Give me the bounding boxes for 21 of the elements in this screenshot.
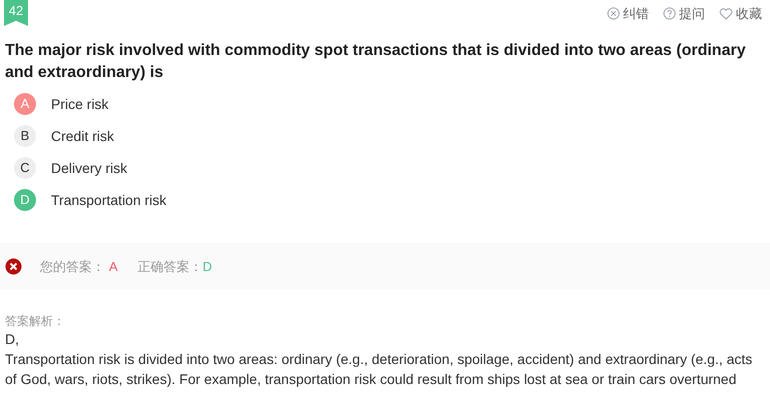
explanation-text: D, [5, 330, 20, 349]
option-text[interactable]: Delivery risk [51, 158, 128, 178]
your-answer: A [109, 258, 118, 276]
favorite-button[interactable]: 收藏 [719, 4, 762, 24]
option-text[interactable]: Price risk [51, 94, 109, 114]
correct-answer: D [202, 258, 212, 276]
question-number-badge: 42 [4, 0, 28, 26]
option-text[interactable]: Credit risk [51, 126, 114, 146]
option-text[interactable]: Transportation risk [51, 190, 166, 210]
correct-answer-label: 正确答案： [138, 258, 203, 276]
explanation-text: Transportation risk is divided into two areas: ordinary (e.g., deterioration, spoilage, accident) and extraordinary (e.g., acts of God, wars, riots, strikes). For example, transportation risk could result from ships lost at sea or train cars overturned [5, 350, 754, 389]
option-letter[interactable]: B [14, 125, 36, 147]
question-circle-icon [663, 7, 676, 20]
option-letter[interactable]: C [14, 157, 36, 179]
explanation-label: 答案解析： [5, 313, 66, 329]
heart-icon [719, 8, 733, 20]
report-error-button[interactable]: 纠错 [607, 4, 649, 24]
close-circle-icon [607, 7, 620, 20]
your-answer-label: 您的答案： [40, 258, 105, 276]
question-text: The major risk involved with commodity spot transactions that is divided into two areas (ordinary and extraordinary) is [4, 41, 747, 83]
ask-question-button[interactable]: 提问 [663, 4, 705, 24]
